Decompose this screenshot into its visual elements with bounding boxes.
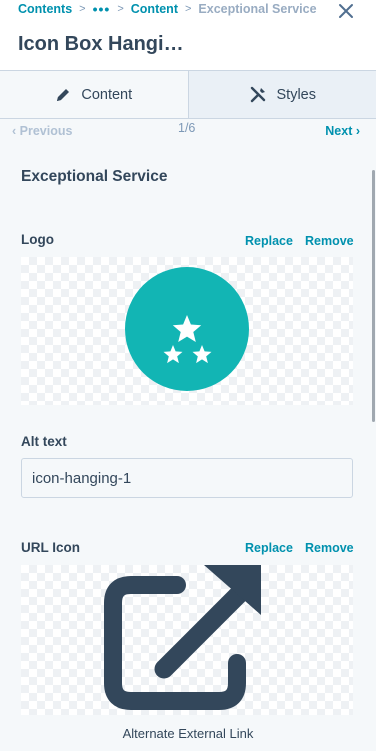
logo-image <box>125 267 249 391</box>
alt-text-input[interactable] <box>21 458 353 498</box>
tab-styles[interactable]: Styles <box>187 71 376 118</box>
breadcrumb-separator: > <box>184 3 192 15</box>
tab-bar: Content Styles <box>0 71 376 119</box>
item-pager: ‹ Previous 1/6 Next › <box>0 119 376 147</box>
tab-styles-label: Styles <box>276 86 317 103</box>
url-icon-remove-button[interactable]: Remove <box>305 541 354 555</box>
next-button[interactable]: Next › <box>325 124 360 138</box>
url-icon-preview[interactable] <box>21 565 353 715</box>
logo-label: Logo <box>21 232 54 247</box>
tab-content-label: Content <box>81 86 133 103</box>
scrollbar[interactable] <box>372 170 375 422</box>
close-button[interactable] <box>337 2 355 20</box>
breadcrumb-separator: > <box>117 3 124 15</box>
pager-count: 1/6 <box>178 121 196 135</box>
external-link-icon <box>104 565 261 710</box>
tab-content[interactable]: Content <box>0 71 188 118</box>
styles-brush-icon <box>250 86 265 102</box>
panel-header: Contents > ••• > Content > Exceptional S… <box>0 0 376 71</box>
alt-text-label: Alt text <box>21 434 67 449</box>
close-icon <box>339 4 353 18</box>
breadcrumb-content[interactable]: Content <box>131 2 178 16</box>
breadcrumb: Contents > ••• > Content > Exceptional S… <box>18 1 317 17</box>
url-icon-caption: Alternate External Link <box>122 726 254 741</box>
url-icon-replace-button[interactable]: Replace <box>245 541 293 555</box>
breadcrumb-separator: > <box>79 3 86 15</box>
logo-remove-button[interactable]: Remove <box>305 234 354 248</box>
breadcrumb-contents[interactable]: Contents <box>18 2 72 16</box>
three-stars-icon <box>163 315 212 364</box>
logo-preview[interactable] <box>21 257 353 405</box>
pencil-icon <box>57 88 70 101</box>
previous-button[interactable]: ‹ Previous <box>12 124 72 138</box>
logo-replace-button[interactable]: Replace <box>245 234 293 248</box>
breadcrumb-ellipsis[interactable]: ••• <box>93 1 111 17</box>
section-title: Exceptional Service <box>21 168 168 185</box>
url-icon-label: URL Icon <box>21 540 81 555</box>
panel-title: Icon Box Hangi… <box>18 33 184 55</box>
breadcrumb-current: Exceptional Service <box>198 2 317 16</box>
